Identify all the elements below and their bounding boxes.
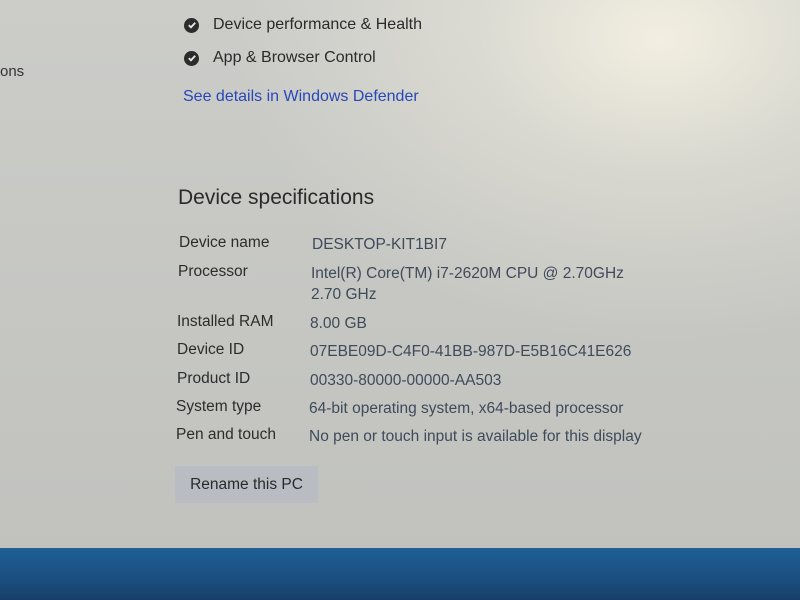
status-item-label: Device performance & Health: [213, 16, 422, 33]
sidebar-item-fragment[interactable]: ons: [0, 63, 24, 80]
spec-label: Installed RAM: [177, 313, 274, 330]
device-specifications-title: Device specifications: [178, 186, 375, 209]
spec-value: Intel(R) Core(TM) i7-2620M CPU @ 2.70GHz…: [311, 263, 624, 305]
check-circle-icon: [184, 17, 199, 33]
spec-label: System type: [176, 398, 262, 415]
spec-value: No pen or touch input is available for t…: [309, 428, 642, 445]
spec-value-line: 2.70 GHz: [311, 286, 377, 303]
spec-value: 8.00 GB: [310, 315, 367, 332]
spec-label: Processor: [178, 263, 248, 280]
spec-value: 07EBE09D-C4F0-41BB-987D-E5B16C41E626: [310, 343, 632, 360]
status-item-label: App & Browser Control: [213, 49, 376, 66]
spec-label: Device name: [179, 234, 270, 251]
status-item-device-performance: Device performance & Health: [184, 16, 422, 34]
spec-value: 64-bit operating system, x64-based proce…: [309, 400, 624, 417]
windows-defender-details-link[interactable]: See details in Windows Defender: [183, 88, 419, 106]
spec-value: 00330-80000-00000-AA503: [310, 372, 502, 389]
check-circle-icon: [184, 50, 199, 66]
rename-pc-button[interactable]: Rename this PC: [175, 466, 318, 503]
spec-label: Product ID: [177, 370, 251, 387]
spec-value: DESKTOP-KIT1BI7: [312, 236, 447, 253]
spec-label: Pen and touch: [176, 426, 276, 443]
spec-label: Device ID: [177, 341, 245, 358]
status-item-app-browser-control: App & Browser Control: [184, 49, 376, 67]
taskbar[interactable]: [0, 548, 800, 600]
spec-value-line: Intel(R) Core(TM) i7-2620M CPU @ 2.70GHz: [311, 265, 624, 282]
